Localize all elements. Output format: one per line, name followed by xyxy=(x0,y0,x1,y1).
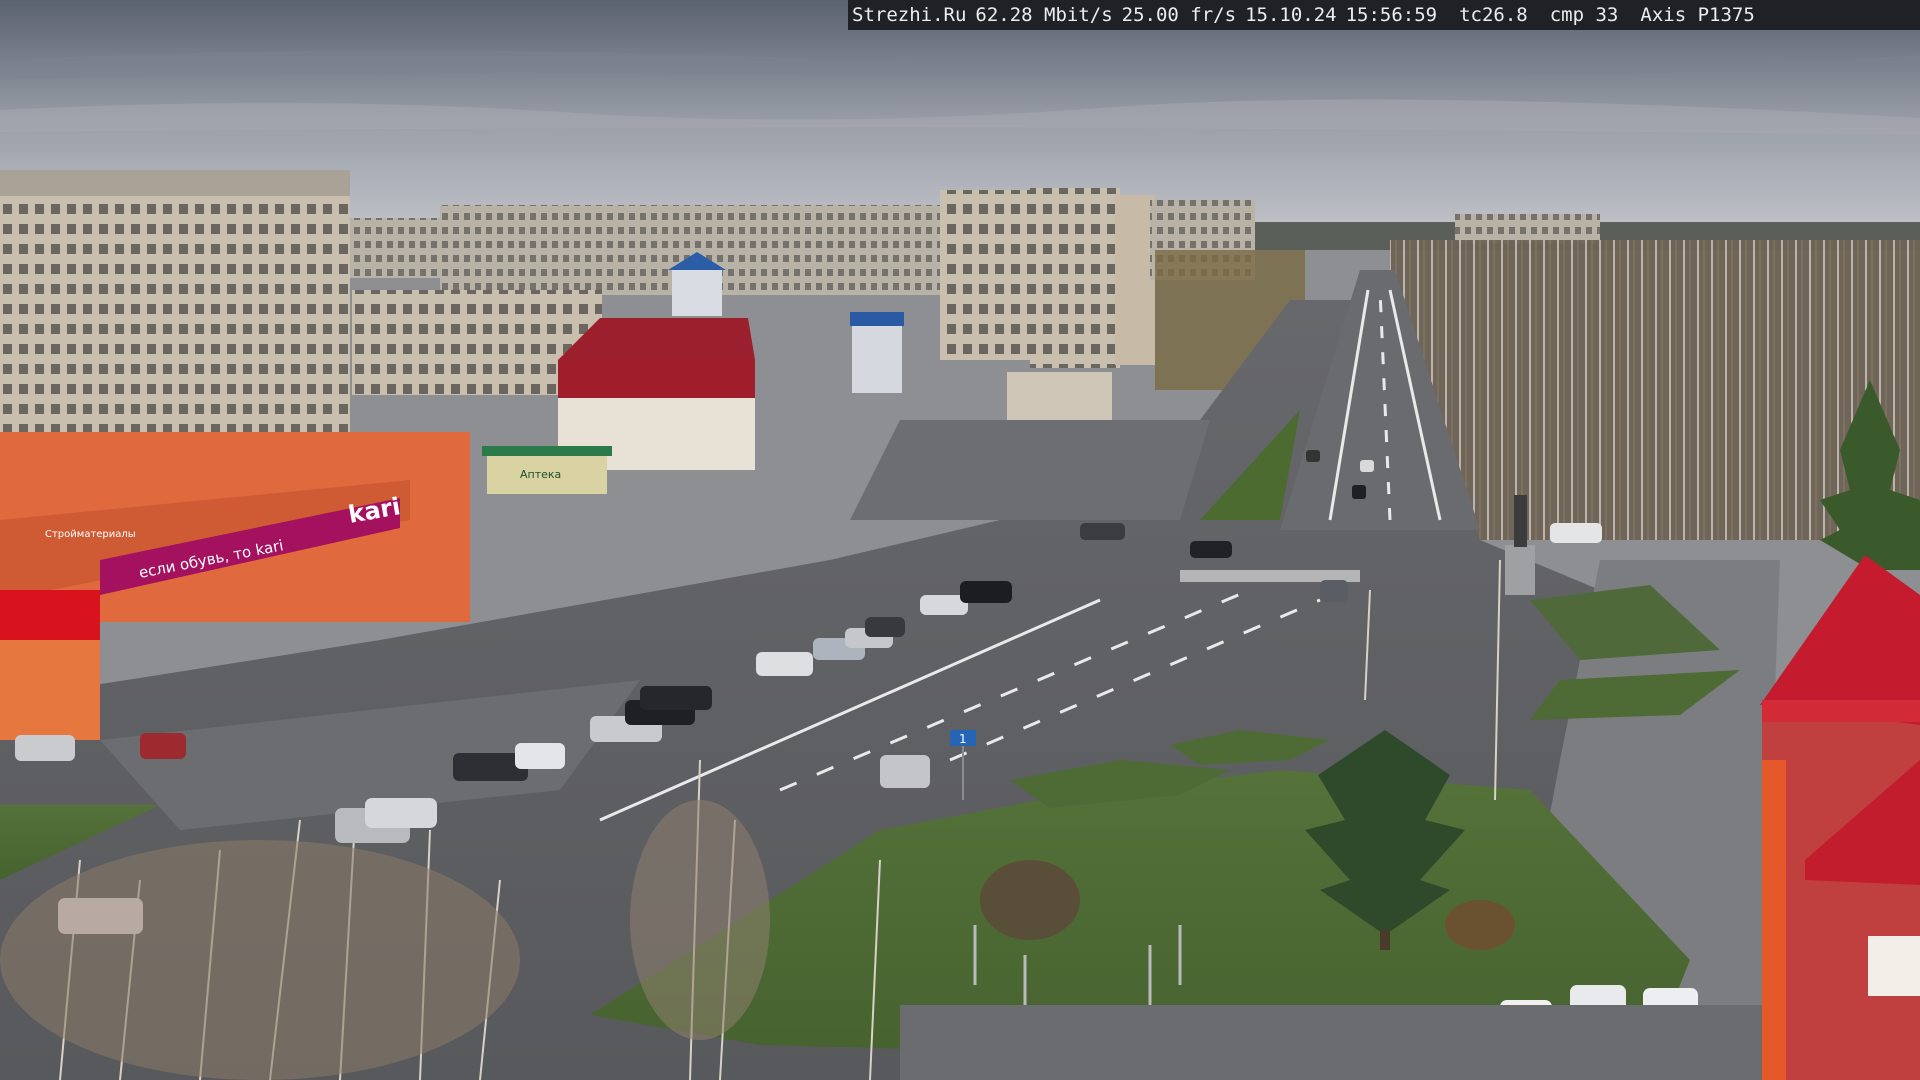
webcam-scene: kari если обувь, то kari Стройматериалы … xyxy=(0,0,1920,1080)
red-building-right-spire xyxy=(1760,555,1920,725)
car xyxy=(1352,485,1366,499)
monument-pedestal xyxy=(1505,545,1535,595)
car xyxy=(880,755,930,788)
tree-crown-cluster xyxy=(0,840,520,1080)
monument-statue xyxy=(1514,495,1527,547)
overlay-bandwidth: 62.28 Mbit/s xyxy=(975,4,1113,26)
store-side-label: Стройматериалы xyxy=(45,529,136,540)
car xyxy=(58,898,143,934)
shrubs xyxy=(980,860,1080,940)
overlay-site: Strezhi.Ru xyxy=(852,4,967,26)
red-building-right-sign xyxy=(1762,760,1786,1080)
plaza xyxy=(850,420,1210,520)
red-building-right-gable xyxy=(1762,700,1920,722)
car xyxy=(960,581,1012,603)
overlay-framerate: 25.00 fr/s xyxy=(1121,4,1237,26)
bottom-road xyxy=(900,1005,1762,1080)
car xyxy=(515,743,565,769)
car xyxy=(756,652,813,676)
blue-roof-building xyxy=(852,318,902,393)
street-sign-text: 1 xyxy=(959,732,967,746)
car xyxy=(365,798,437,828)
pharmacy-label: Аптека xyxy=(520,468,561,481)
overlay-time: 15:56:59 xyxy=(1345,4,1438,26)
apartment-block-left-roof xyxy=(0,170,350,196)
tree-crown-cluster xyxy=(630,800,770,1040)
camera-info-overlay: Strezhi.Ru 62.28 Mbit/s 25.00 fr/s 15.10… xyxy=(848,0,1920,30)
overlay-tc: tc26.8 xyxy=(1459,4,1528,26)
spruce-trunk xyxy=(1380,930,1390,950)
blue-tower xyxy=(672,268,722,316)
car xyxy=(1306,450,1320,462)
car xyxy=(140,733,186,759)
pharmacy-roof xyxy=(482,446,612,456)
car xyxy=(1190,541,1232,558)
store-red-corner xyxy=(0,590,100,640)
car xyxy=(1360,460,1374,472)
car xyxy=(15,735,75,761)
store-base xyxy=(0,640,100,740)
blue-roof-building-roof xyxy=(850,312,904,326)
low-pavilion xyxy=(1007,372,1112,420)
overlay-date: 15.10.24 xyxy=(1245,4,1337,26)
red-building-right-window xyxy=(1868,936,1920,996)
car xyxy=(1320,580,1348,602)
red-roof-building-upper xyxy=(558,360,755,398)
shrubs xyxy=(1445,900,1515,950)
overlay-cmp: cmp 33 xyxy=(1549,4,1619,26)
car xyxy=(1080,523,1125,540)
car xyxy=(640,686,712,710)
car xyxy=(865,617,905,637)
overlay-camera: Axis P1375 xyxy=(1640,4,1755,26)
car xyxy=(1550,523,1602,543)
